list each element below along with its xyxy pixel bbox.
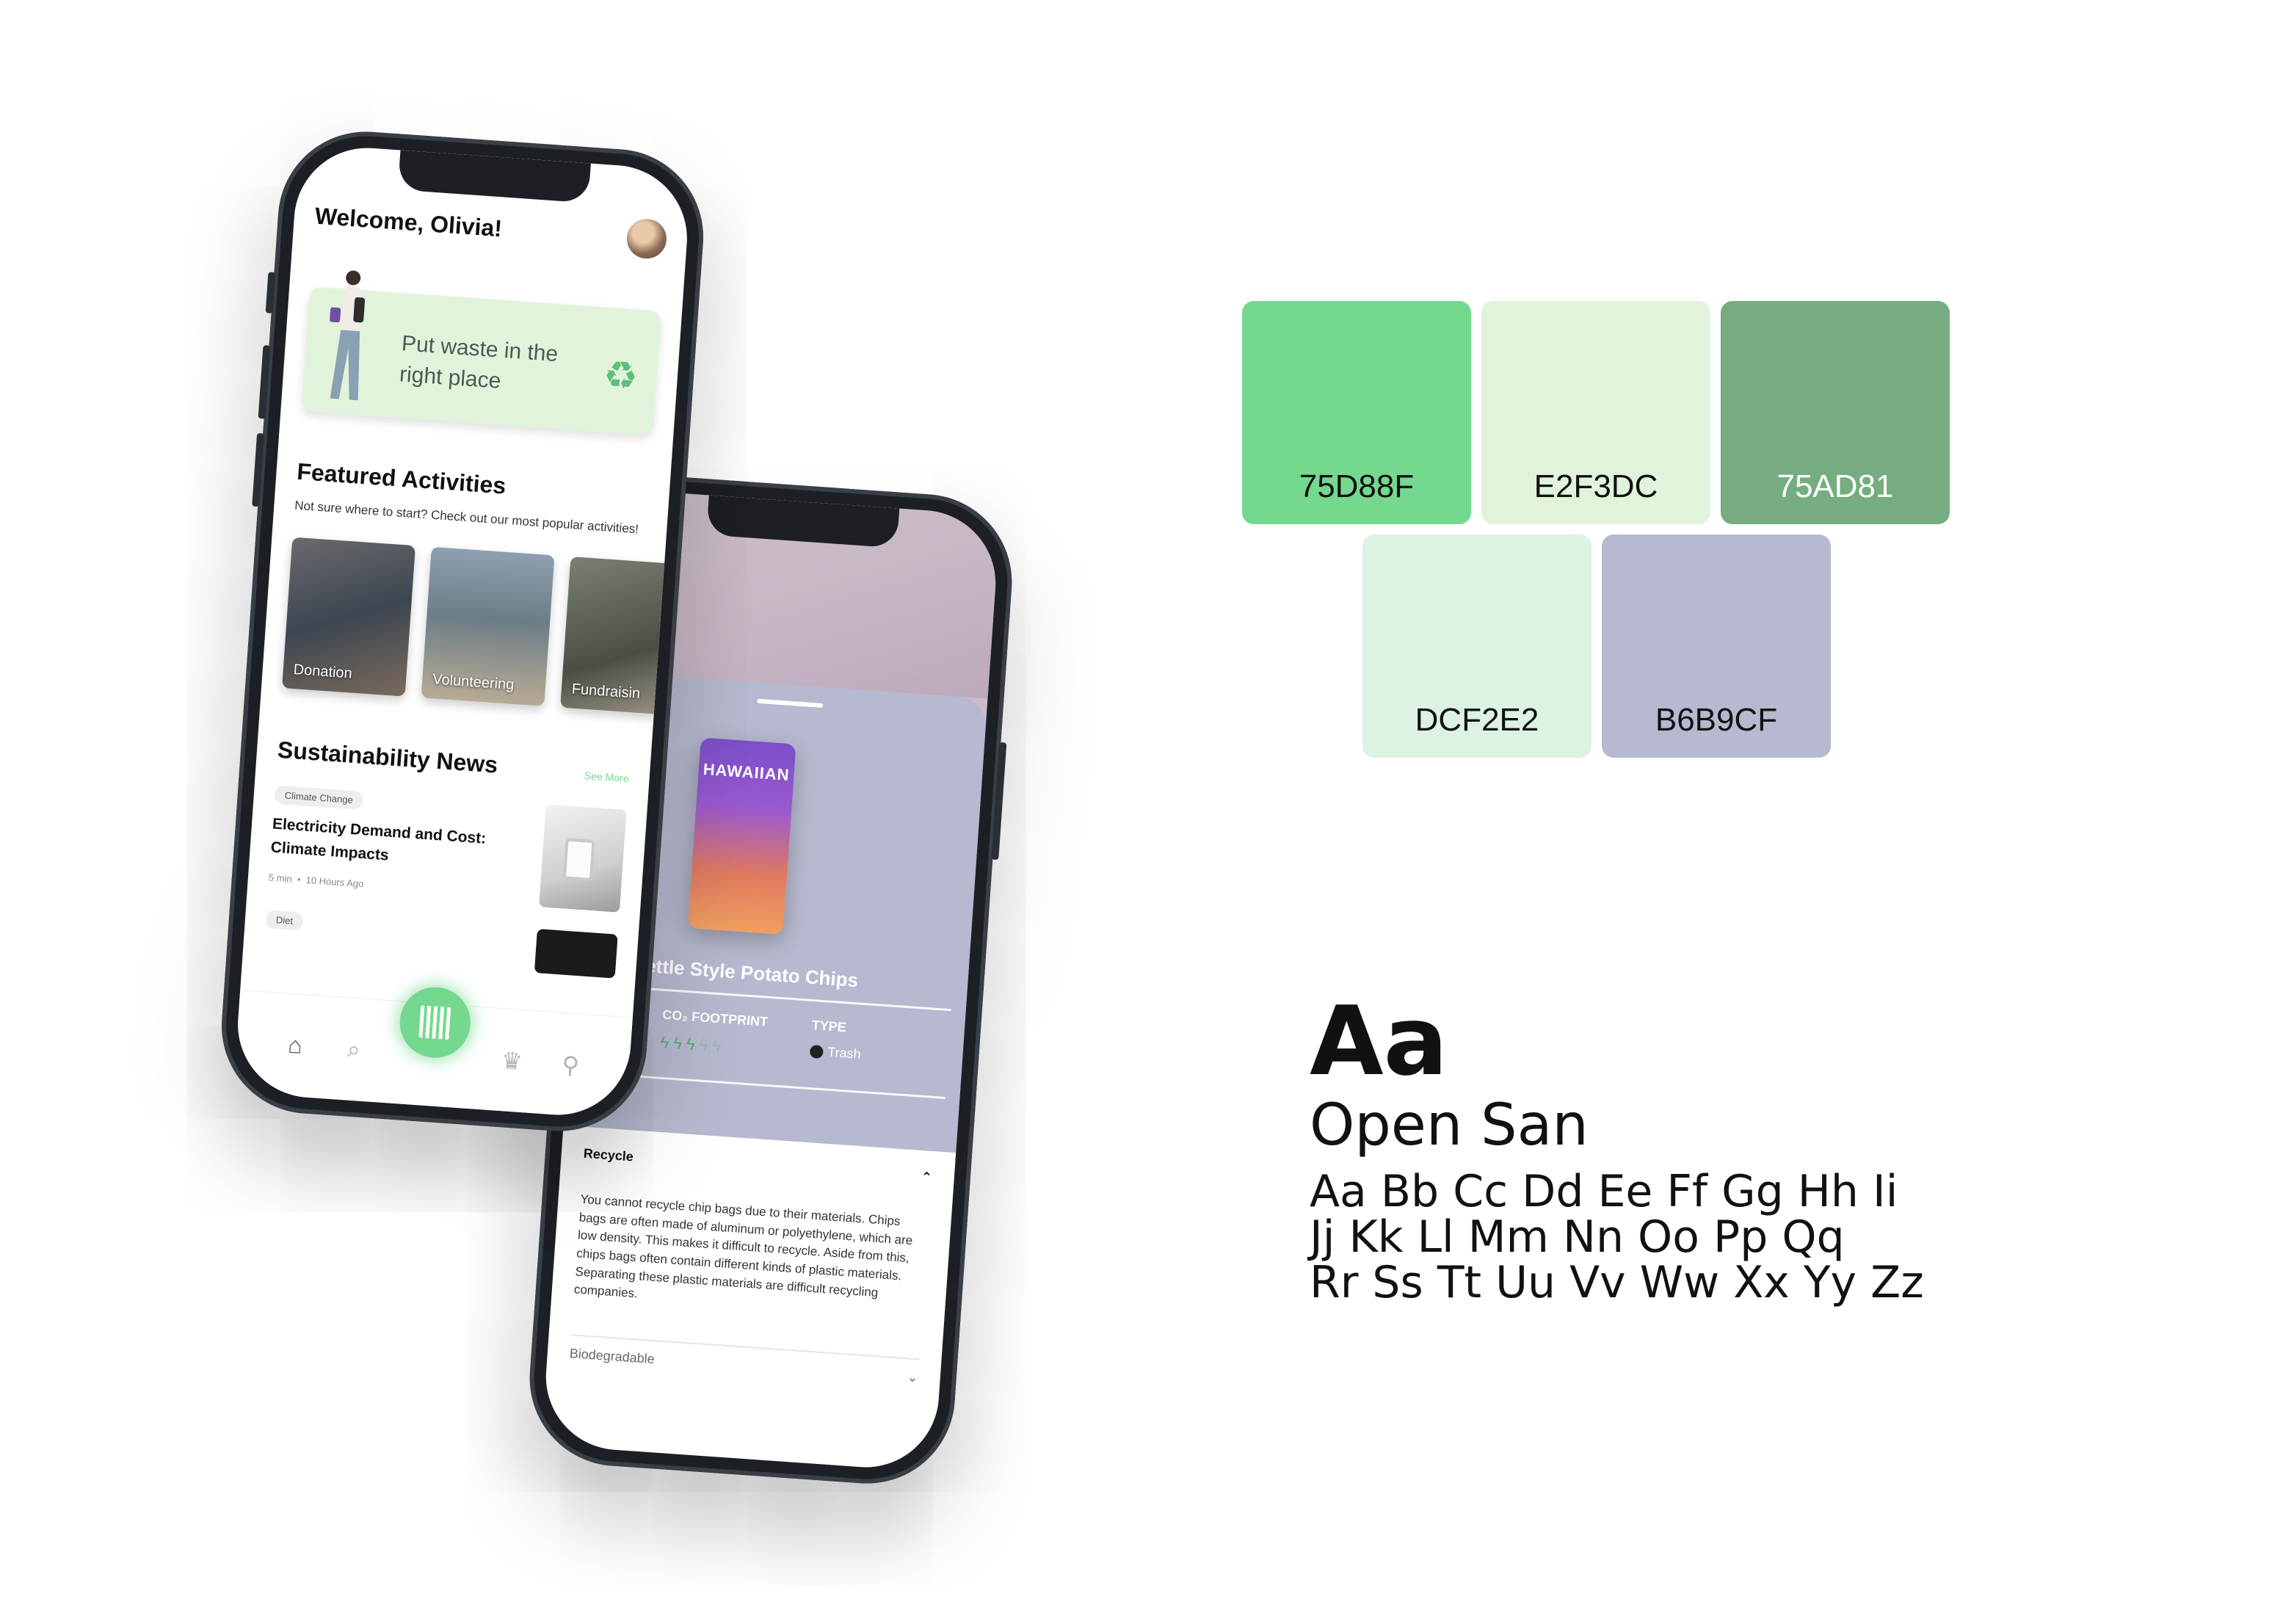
- recycle-section-title: Recycle: [583, 1145, 634, 1164]
- news-age: 10 Hours Ago: [305, 874, 364, 890]
- chevron-up-icon[interactable]: ⌃: [921, 1170, 932, 1186]
- swatch-hex: E2F3DC: [1534, 468, 1658, 504]
- news-title: Electricity Demand and Cost: Climate Imp…: [270, 815, 487, 864]
- power-button: [991, 742, 1007, 860]
- biodegradable-section-header[interactable]: Biodegradable ⌄: [569, 1346, 918, 1385]
- co2-footprint-rating: ϟ ϟ ϟ ϟ ϟ: [660, 1033, 766, 1059]
- waste-type: TYPE Trash: [809, 1018, 863, 1066]
- palette-swatch: 75D88F: [1242, 301, 1471, 524]
- volume-down-button: [252, 432, 265, 507]
- swatch-hex: 75AD81: [1776, 468, 1894, 504]
- outlet-illustration: [562, 838, 595, 882]
- activity-card-label: Volunteering: [432, 671, 515, 694]
- alphabet-line: Jj Kk Ll Mm Nn Oo Pp Qq: [1310, 1211, 1845, 1263]
- waste-tip-banner[interactable]: Put waste in the right place ♻: [301, 270, 662, 436]
- product-image: HAWAIIAN: [687, 737, 796, 935]
- recycle-section-text: You cannot recycle chip bags due to thei…: [573, 1192, 913, 1301]
- header: Welcome, Olivia!: [313, 196, 668, 261]
- news-thumbnail: [534, 929, 618, 979]
- disposal-details: Recycle ⌃ You cannot recycle chip bags d…: [541, 1125, 957, 1473]
- news-item[interactable]: Diet: [264, 910, 618, 979]
- home-screen: Welcome, Olivia! Put waste in the right …: [233, 142, 692, 1120]
- recycle-icon: ♻: [602, 353, 639, 399]
- co2-footprint: CO₂ FOOTPRINT ϟ ϟ ϟ ϟ ϟ: [660, 1007, 769, 1059]
- bag-brand: HAWAIIAN: [702, 759, 791, 785]
- news-read-time: 5 min: [268, 871, 293, 885]
- sheet-drag-handle[interactable]: [757, 698, 824, 708]
- product-title: an Kettle Style Potato Chips: [603, 951, 860, 992]
- news-item[interactable]: Climate Change Electricity Demand and Co…: [267, 785, 627, 920]
- welcome-greeting: Welcome, Olivia!: [313, 202, 504, 242]
- volume-up-button: [258, 345, 271, 419]
- activity-card-donation[interactable]: Donation: [282, 537, 415, 697]
- footprint-icon: ϟ: [659, 1032, 670, 1052]
- recycle-section-header[interactable]: Recycle ⌃: [583, 1146, 932, 1186]
- swatch-hex: 75D88F: [1299, 468, 1415, 504]
- palette-swatch: E2F3DC: [1481, 301, 1710, 524]
- news-header: Sustainability News See More: [277, 736, 630, 788]
- trophy-icon[interactable]: ♛: [496, 1045, 528, 1076]
- trash-icon: [809, 1044, 824, 1059]
- co2-footprint-label: CO₂ FOOTPRINT: [661, 1007, 769, 1029]
- activity-card-volunteering[interactable]: Volunteering: [421, 546, 555, 707]
- info-divider-bottom: [596, 1072, 945, 1099]
- activity-card-label: Fundraisin: [571, 681, 641, 703]
- type-sample: Aa: [1310, 985, 1448, 1097]
- avatar[interactable]: [625, 217, 668, 261]
- news-tag: Climate Change: [273, 785, 364, 811]
- palette-swatch: 75AD81: [1721, 301, 1950, 524]
- activity-cards: Donation Volunteering Fundraisin: [282, 537, 692, 717]
- waste-type-text: Trash: [827, 1044, 862, 1062]
- product-info-row: ES CO₂ FOOTPRINT ϟ ϟ ϟ ϟ ϟ TYPE: [598, 1003, 950, 1072]
- alphabet-line: Rr Ss Tt Uu Vv Ww Xx Yy Zz: [1310, 1257, 1924, 1308]
- silent-switch: [265, 272, 276, 313]
- person-illustration: [330, 270, 366, 401]
- waste-type-label: TYPE: [811, 1018, 847, 1035]
- location-pin-icon[interactable]: ⚲: [555, 1050, 587, 1080]
- biodegradable-section-title: Biodegradable: [569, 1345, 656, 1367]
- home-content: Welcome, Olivia! Put waste in the right …: [233, 143, 692, 1120]
- banner-text: Put waste in the right place: [399, 331, 559, 394]
- search-icon[interactable]: ⌕: [338, 1034, 370, 1065]
- news-thumbnail: [539, 804, 627, 913]
- waste-type-value: Trash: [809, 1043, 862, 1062]
- footprint-icon: ϟ: [672, 1033, 683, 1053]
- barcode-icon: [418, 1004, 452, 1040]
- footprint-icon: ϟ: [686, 1034, 696, 1054]
- swatch-hex: B6B9CF: [1655, 702, 1778, 738]
- home-icon[interactable]: ⌂: [280, 1031, 311, 1060]
- chevron-down-icon[interactable]: ⌄: [907, 1369, 918, 1385]
- alphabet-sample: Aa Bb Cc Dd Ee Ff Gg Hh Ii Jj Kk Ll Mm N…: [1310, 1169, 2044, 1305]
- news-section-title: Sustainability News: [276, 736, 499, 778]
- see-more-link[interactable]: See More: [584, 769, 629, 784]
- alphabet-line: Aa Bb Cc Dd Ee Ff Gg Hh Ii: [1310, 1166, 1898, 1217]
- swatch-hex: DCF2E2: [1415, 702, 1539, 738]
- home-phone-mockup: Welcome, Olivia! Put waste in the right …: [215, 126, 710, 1137]
- palette-swatch: B6B9CF: [1602, 534, 1831, 758]
- activity-card-label: Donation: [293, 661, 353, 682]
- palette-swatch: DCF2E2: [1362, 534, 1591, 758]
- news-tag: Diet: [265, 910, 304, 931]
- font-name: Open San: [1310, 1092, 1589, 1159]
- footprint-icon: ϟ: [711, 1036, 722, 1056]
- footprint-icon: ϟ: [698, 1035, 709, 1055]
